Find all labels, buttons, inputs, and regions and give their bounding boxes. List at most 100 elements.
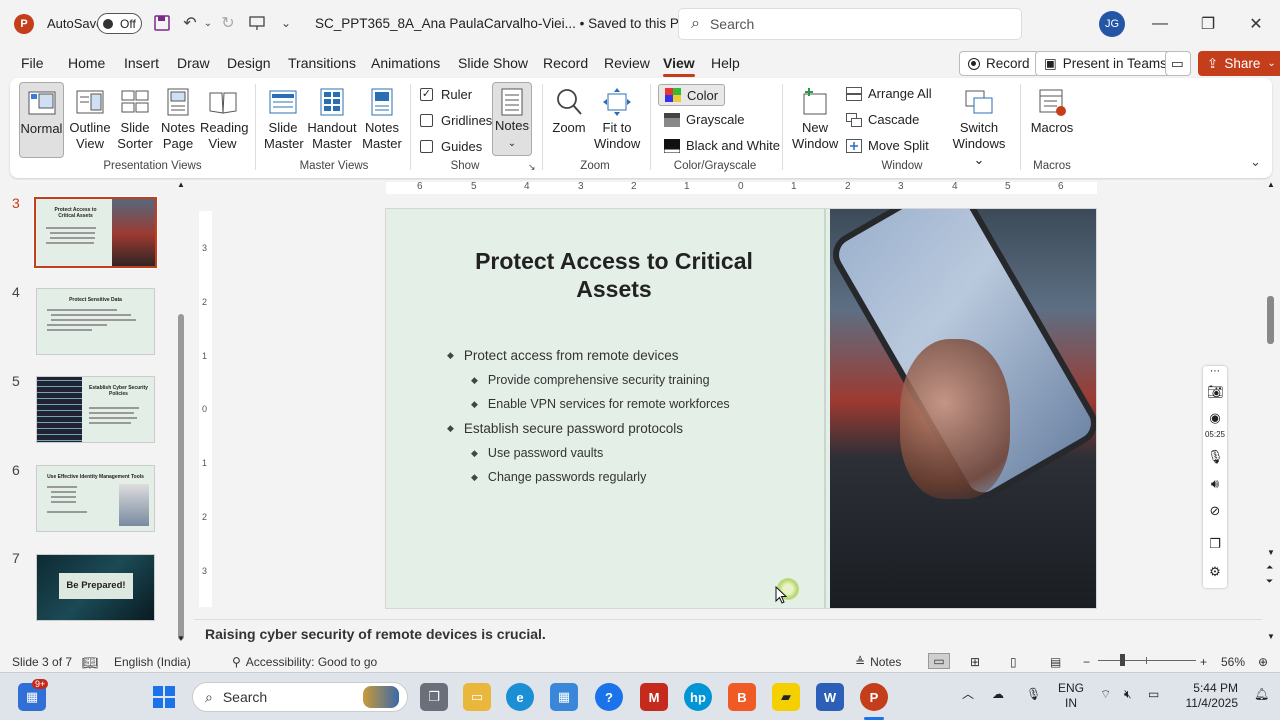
tab-draw[interactable]: Draw — [177, 55, 210, 71]
move-split-button[interactable]: Move Split — [846, 138, 929, 153]
word-icon[interactable]: W — [816, 683, 844, 711]
notes-master-button[interactable]: Notes Master — [362, 87, 402, 152]
speaker-icon[interactable]: 🔊︎ — [1207, 476, 1223, 492]
slide-thumbnail-7[interactable]: Be Prepared! — [36, 554, 155, 621]
microphone-tray-icon[interactable]: 🎙︎ — [1026, 687, 1041, 702]
mcafee-icon[interactable]: M — [640, 683, 668, 711]
fit-to-window-button[interactable]: Fit to Window — [594, 87, 640, 152]
scroll-up-icon[interactable]: ▲ — [1267, 180, 1275, 189]
bullet-item[interactable]: ◆ Provide comprehensive security training — [471, 373, 710, 387]
tab-record[interactable]: Record — [543, 55, 588, 71]
battery-icon[interactable]: ▭ — [1148, 687, 1159, 702]
help-icon[interactable]: ? — [595, 683, 623, 711]
phone-photo[interactable] — [825, 209, 1096, 608]
present-in-teams-button[interactable]: ▣ Present in Teams — [1035, 51, 1176, 76]
thumbnails-scrollbar[interactable]: ▲ ▼ — [176, 180, 186, 644]
zoom-in-icon[interactable]: + — [1200, 655, 1207, 669]
show-hidden-icons-icon[interactable]: ︿ — [962, 687, 974, 702]
guides-checkbox[interactable]: Guides — [420, 139, 482, 154]
outline-view-button[interactable]: Outline View — [68, 87, 112, 152]
bullet-item[interactable]: ◆ Protect access from remote devices — [447, 348, 679, 363]
close-icon[interactable]: ✕ — [1244, 12, 1268, 36]
tab-review[interactable]: Review — [604, 55, 650, 71]
notes-status-button[interactable]: ≜ Notes — [855, 655, 901, 669]
ruler-checkbox[interactable]: ✓ Ruler — [420, 87, 472, 102]
window-capture-icon[interactable]: ❐ — [1207, 536, 1223, 552]
notes-pane[interactable]: Raising cyber security of remote devices… — [194, 619, 1262, 647]
scroll-up-icon[interactable]: ▲ — [177, 180, 185, 189]
undo-icon[interactable]: ↶ — [180, 13, 200, 33]
task-view-icon[interactable]: ❐ — [420, 683, 448, 711]
slide-title[interactable]: Protect Access to Critical Assets — [444, 247, 784, 303]
notifications-bell-icon[interactable]: 🔔︎ — [1254, 687, 1269, 702]
zoom-out-icon[interactable]: − — [1083, 655, 1090, 669]
bullet-item[interactable]: ◆ Use password vaults — [471, 446, 603, 460]
editor-scrollbar[interactable]: ▲ ▼ ⏶ ⏷ ▼ — [1264, 180, 1278, 646]
wifi-icon[interactable]: ⌔ — [1100, 687, 1111, 702]
zoom-button[interactable]: Zoom — [550, 87, 588, 136]
recorder-menu-icon[interactable]: ⋯ — [1207, 366, 1223, 382]
grayscale-button[interactable]: Grayscale — [664, 112, 745, 127]
color-button[interactable]: Color — [658, 84, 726, 106]
clock[interactable]: 5:44 PM 11/4/2025 — [1180, 681, 1239, 711]
show-dialog-launcher-icon[interactable]: ↘ — [528, 162, 536, 173]
comments-button[interactable]: ▭ — [1165, 51, 1191, 76]
camera-icon[interactable]: 📷︎ — [1207, 384, 1224, 400]
volume-muted-icon[interactable]: 🔇︎ — [1124, 687, 1132, 702]
tab-view[interactable]: View — [663, 55, 695, 77]
notes-page-button[interactable]: Notes Page — [158, 87, 198, 152]
avatar[interactable]: JG — [1099, 11, 1125, 37]
bullet-item[interactable]: ◆ Change passwords regularly — [471, 470, 646, 484]
file-explorer-icon[interactable]: ▭ — [463, 683, 491, 711]
brave-browser-icon[interactable]: B — [728, 683, 756, 711]
save-icon[interactable] — [152, 13, 172, 33]
document-title[interactable]: SC_PPT365_8A_Ana PaulaCarvalho-Viei... •… — [315, 16, 704, 32]
present-from-start-icon[interactable] — [247, 13, 267, 33]
tab-insert[interactable]: Insert — [124, 55, 159, 71]
black-and-white-button[interactable]: Black and White — [664, 138, 780, 153]
sticky-notes-icon[interactable]: ▰ — [772, 683, 800, 711]
slide-thumbnail-6[interactable]: Use Effective Identity Management Tools — [36, 465, 155, 532]
settings-gear-icon[interactable]: ⚙ — [1207, 564, 1223, 580]
macros-button[interactable]: Macros — [1030, 87, 1074, 136]
customize-toolbar-icon[interactable]: ⌄ — [276, 13, 296, 33]
notes-text[interactable]: Raising cyber security of remote devices… — [205, 626, 546, 642]
spelling-check-icon[interactable]: 📖︎ — [82, 655, 99, 671]
microsoft-store-icon[interactable]: ▦ — [550, 683, 578, 711]
record-button[interactable]: Record — [959, 51, 1039, 76]
onedrive-icon[interactable]: ☁︎ — [992, 687, 1004, 702]
collapse-ribbon-icon[interactable]: ⌄ — [1250, 154, 1261, 170]
switch-windows-button[interactable]: Switch Windows ⌄ — [948, 87, 1010, 168]
scroll-down-end-icon[interactable]: ▼ — [1267, 632, 1275, 641]
current-slide[interactable]: Protect Access to Critical Assets ◆ Prote… — [385, 208, 1097, 609]
next-slide-icon[interactable]: ⏷ — [1266, 576, 1273, 587]
tab-animations[interactable]: Animations — [371, 55, 440, 71]
tab-help[interactable]: Help — [711, 55, 740, 71]
language-indicator[interactable]: English (India) — [114, 655, 191, 669]
input-language-indicator[interactable]: ENG IN — [1058, 681, 1084, 711]
scroll-down-icon[interactable]: ▼ — [177, 634, 185, 643]
slide-master-button[interactable]: Slide Master — [264, 87, 304, 152]
normal-view-button[interactable]: Normal — [19, 82, 64, 158]
reading-view-button[interactable]: Reading View — [200, 87, 248, 152]
restore-icon[interactable]: ❐ — [1196, 12, 1220, 36]
slide-sorter-button[interactable]: Slide Sorter — [115, 87, 155, 152]
taskbar-search[interactable]: ⌕ Search — [192, 682, 408, 712]
search-input[interactable]: ⌕ Search — [678, 8, 1022, 40]
slide-thumbnail-4[interactable]: Protect Sensitive Data — [36, 288, 155, 355]
scroll-down-icon[interactable]: ▼ — [1267, 548, 1275, 557]
slide-sorter-status-icon[interactable]: ⊞ — [970, 655, 980, 669]
share-button[interactable]: ⇪ Share ⌄ — [1198, 51, 1280, 76]
slideshow-status-icon[interactable]: ▤ — [1050, 655, 1061, 669]
cascade-button[interactable]: Cascade — [846, 112, 919, 127]
start-windows-icon[interactable] — [150, 683, 178, 711]
handout-master-button[interactable]: Handout Master — [306, 87, 358, 152]
tab-home[interactable]: Home — [68, 55, 105, 71]
tab-file[interactable]: File — [21, 55, 44, 71]
fit-slide-icon[interactable]: ⊕ — [1258, 655, 1268, 669]
bullet-item[interactable]: ◆ Enable VPN services for remote workforc… — [471, 397, 730, 411]
autosave-toggle[interactable]: Off — [97, 13, 142, 34]
bullet-item[interactable]: ◆ Establish secure password protocols — [447, 421, 683, 436]
redo-icon[interactable]: ↻ — [218, 13, 238, 33]
previous-slide-icon[interactable]: ⏶ — [1266, 562, 1273, 573]
